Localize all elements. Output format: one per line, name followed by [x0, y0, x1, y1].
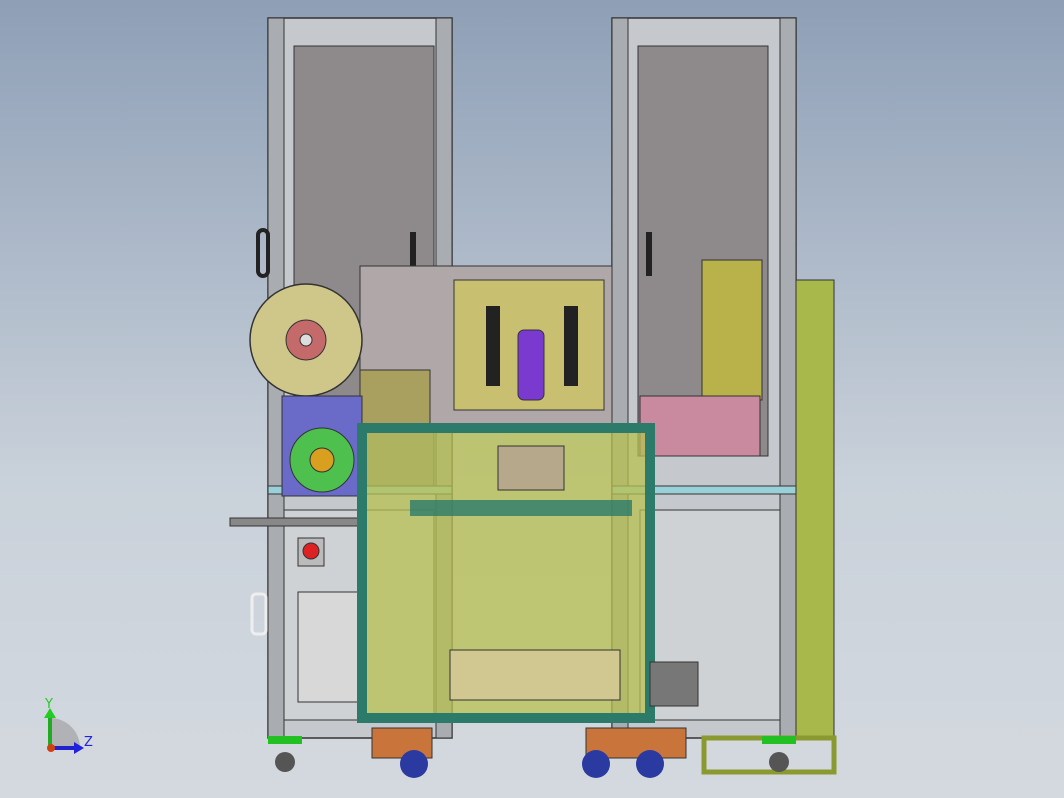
- tape-reel: [229, 283, 363, 527]
- z-axis-label: Z: [84, 735, 93, 750]
- safety-guard: [357, 423, 699, 723]
- axis-triad[interactable]: Y Z: [44, 697, 93, 754]
- y-axis-label: Y: [44, 697, 53, 712]
- cad-viewport[interactable]: Y Z: [0, 0, 1064, 798]
- electrical-panel: [795, 279, 835, 741]
- center-mechanism: [359, 265, 613, 427]
